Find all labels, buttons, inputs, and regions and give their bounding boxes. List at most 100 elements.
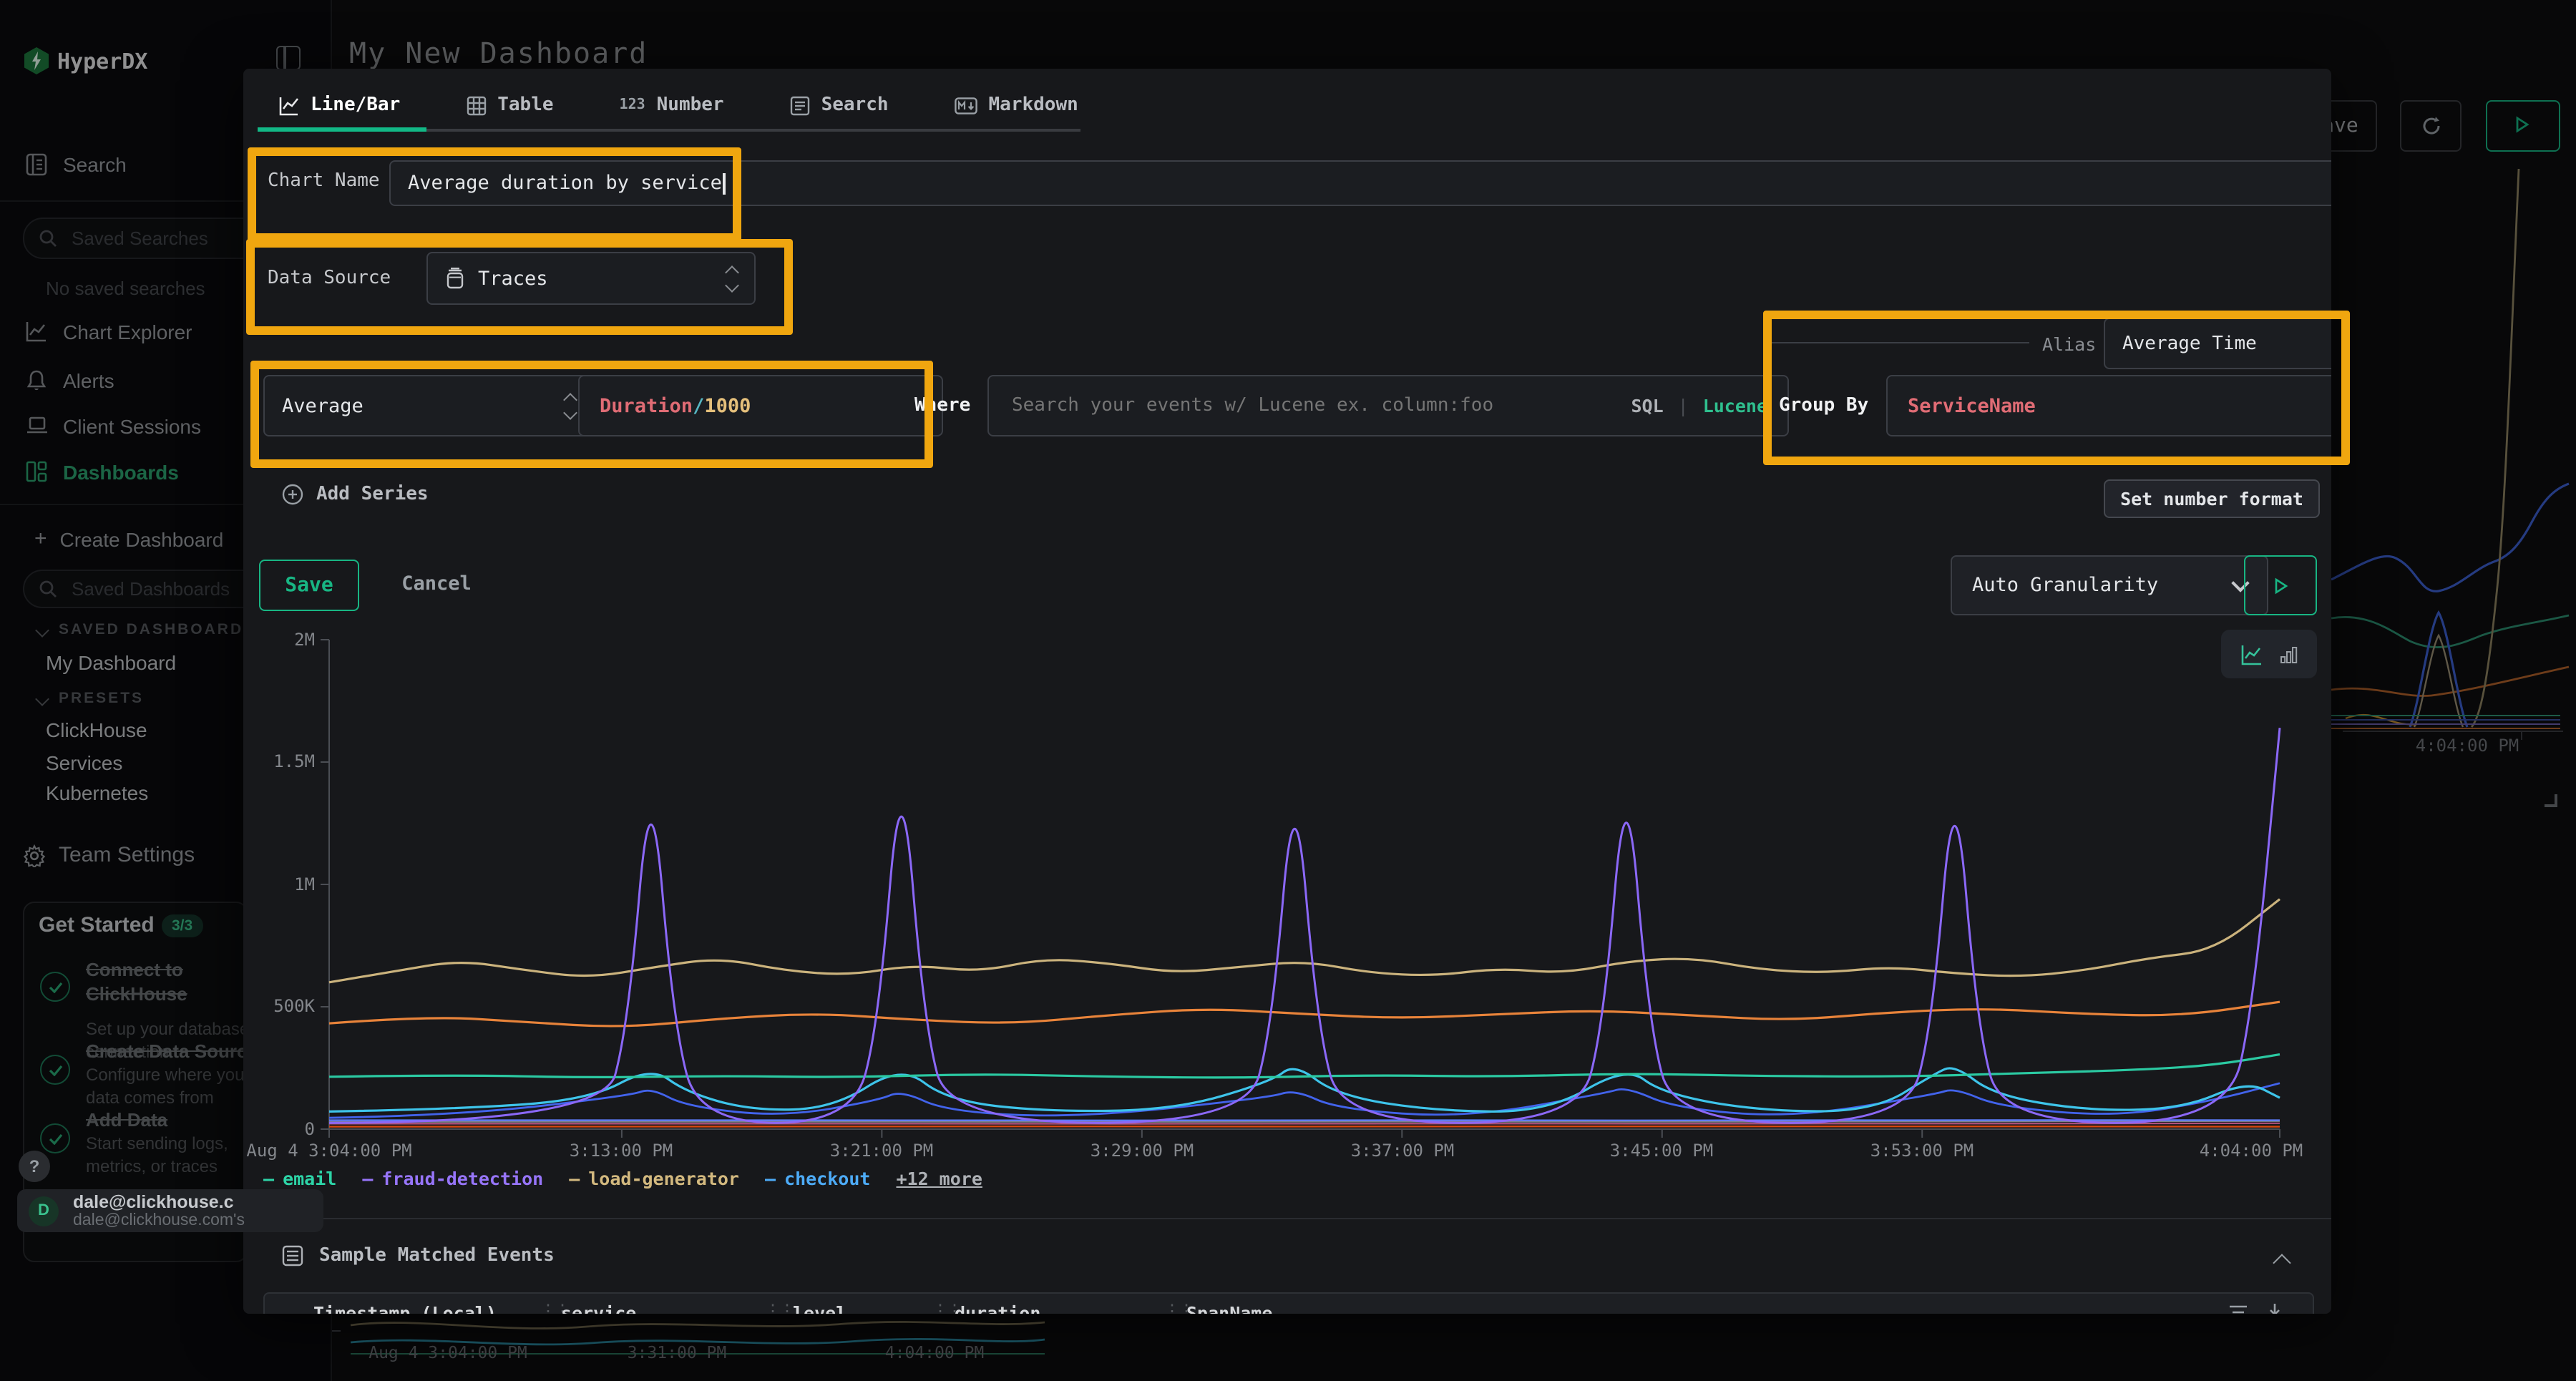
column-header-level[interactable]: level	[793, 1302, 847, 1314]
legend-item-load-generator[interactable]: — load-generator	[569, 1168, 739, 1189]
x-axis-label: 3:13:00 PM	[542, 1141, 700, 1161]
data-source-select[interactable]: Traces	[426, 252, 756, 305]
line-chart-icon	[279, 95, 299, 115]
chart-name-label: Chart Name	[268, 170, 380, 192]
alias-divider	[1766, 342, 2029, 343]
select-chevrons-icon	[727, 267, 737, 290]
play-icon	[2271, 576, 2290, 595]
granularity-value: Auto Granularity	[1972, 574, 2234, 597]
column-header-timestamp[interactable]: Timestamp (Local)	[313, 1302, 497, 1314]
tab-underline-track	[426, 129, 1080, 131]
edit-chart-modal: Line/Bar Table 123 Number Search	[243, 69, 2331, 1314]
x-axis-label: 3:29:00 PM	[1063, 1141, 1221, 1161]
column-header-duration[interactable]: duration	[955, 1302, 1040, 1314]
where-search-field[interactable]	[1009, 394, 1616, 418]
add-series-button[interactable]: Add Series	[282, 484, 429, 505]
filter-icon[interactable]	[2228, 1304, 2248, 1314]
tab-label: Table	[497, 94, 553, 116]
legend-more-link[interactable]: +12 more	[896, 1168, 982, 1189]
field-token: Duration	[600, 394, 693, 417]
aggregation-select[interactable]: Average	[263, 375, 594, 436]
plus-circle-icon	[282, 484, 303, 505]
tab-label: Line/Bar	[311, 94, 400, 116]
x-axis-label: 3:21:00 PM	[803, 1141, 960, 1161]
main-chart[interactable]	[258, 623, 2304, 1155]
user-menu[interactable]: D dale@clickhouse.c dale@clickhouse.com'…	[17, 1189, 323, 1232]
column-header-service[interactable]: service	[561, 1302, 636, 1314]
section-divider	[243, 1218, 2331, 1219]
cancel-button[interactable]: Cancel	[386, 560, 487, 608]
where-search-input[interactable]: SQL | Lucene	[987, 375, 1789, 436]
x-axis-label: Aug 4 3:04:00 PM	[243, 1141, 422, 1161]
x-axis-label: 3:45:00 PM	[1583, 1141, 1740, 1161]
where-label: Where	[914, 395, 970, 416]
group-by-input[interactable]: ServiceName	[1886, 375, 2331, 436]
data-source-label: Data Source	[268, 268, 391, 289]
legend-label: load-generator	[588, 1168, 739, 1189]
data-source-value: Traces	[478, 267, 714, 290]
granularity-select[interactable]: Auto Granularity	[1951, 555, 2268, 615]
legend-label: fraud-detection	[381, 1168, 543, 1189]
legend-label: checkout	[784, 1168, 870, 1189]
select-chevrons-icon	[565, 394, 575, 417]
legend-swatch: —	[362, 1168, 373, 1189]
y-axis-label: 2M	[258, 630, 315, 650]
search-list-icon	[790, 95, 810, 115]
column-header-spanname[interactable]: SpanName	[1186, 1302, 1272, 1314]
set-number-format-label: Set number format	[2120, 488, 2303, 509]
set-number-format-button[interactable]: Set number format	[2104, 479, 2320, 518]
legend-swatch: —	[765, 1168, 776, 1189]
x-axis-label: 3:37:00 PM	[1324, 1141, 1481, 1161]
sample-events-header[interactable]: Sample Matched Events	[282, 1245, 555, 1267]
field-expression-input[interactable]: Duration/1000	[578, 375, 943, 436]
tab-label: Markdown	[989, 94, 1078, 116]
aggregation-value: Average	[282, 394, 565, 417]
chart-name-input[interactable]: Average duration by service	[389, 160, 2331, 206]
legend-swatch: —	[569, 1168, 580, 1189]
tab-markdown[interactable]: Markdown	[955, 94, 1078, 116]
markdown-icon	[955, 97, 977, 114]
alias-input[interactable]: Average Time	[2104, 318, 2331, 369]
sample-events-title: Sample Matched Events	[319, 1245, 555, 1267]
events-table-header: Timestamp (Local) ⋮⋮ service ⋮⋮ level ⋮⋮…	[263, 1292, 2314, 1314]
alias-value: Average Time	[2122, 333, 2257, 354]
help-button[interactable]: ?	[19, 1151, 50, 1182]
y-axis-label: 1M	[258, 874, 315, 894]
tab-line-bar[interactable]: Line/Bar	[279, 94, 400, 116]
column-grip-icon[interactable]: ⋮⋮	[764, 1301, 793, 1314]
y-axis-label: 1.5M	[258, 751, 315, 771]
chart-name-value: Average duration by service	[408, 172, 722, 195]
save-label: Save	[285, 574, 333, 597]
x-axis-label: 4:04:00 PM	[2172, 1141, 2330, 1161]
sql-mode-toggle[interactable]: SQL	[1631, 395, 1663, 416]
tab-number[interactable]: 123 Number	[620, 94, 724, 116]
group-by-label: Group By	[1779, 395, 1868, 416]
save-button[interactable]: Save	[259, 560, 359, 611]
tab-underline-active	[258, 127, 426, 132]
download-icon[interactable]	[2265, 1302, 2284, 1314]
value-token: 1000	[704, 394, 751, 417]
user-name: dale@clickhouse.c	[73, 1191, 245, 1211]
legend-item-checkout[interactable]: — checkout	[765, 1168, 871, 1189]
tab-table[interactable]: Table	[466, 94, 553, 116]
run-chart-button[interactable]	[2244, 555, 2317, 615]
app-root: My New Dashboard Save 4:04:00 P	[0, 0, 2576, 1381]
alias-label: Alias	[2042, 333, 2096, 355]
text-cursor	[723, 172, 726, 194]
x-axis-label: 3:53:00 PM	[1843, 1141, 2001, 1161]
operator-token: /	[693, 394, 704, 417]
number-123-icon: 123	[620, 97, 645, 113]
legend-label: email	[283, 1168, 336, 1189]
mode-divider: |	[1678, 395, 1689, 416]
lucene-mode-toggle[interactable]: Lucene	[1703, 395, 1767, 416]
y-axis-label: 0	[258, 1119, 315, 1139]
chart-legend: —email —fraud-detection —load-generator …	[263, 1168, 982, 1189]
list-icon	[282, 1245, 303, 1267]
legend-item-email[interactable]: —email	[263, 1168, 336, 1189]
chevron-up-icon[interactable]	[2273, 1254, 2290, 1272]
group-by-value: ServiceName	[1908, 394, 2036, 417]
legend-item-fraud-detection[interactable]: — fraud-detection	[362, 1168, 543, 1189]
tab-search[interactable]: Search	[790, 94, 889, 116]
database-icon	[445, 268, 465, 289]
user-email: dale@clickhouse.com's	[73, 1211, 245, 1230]
